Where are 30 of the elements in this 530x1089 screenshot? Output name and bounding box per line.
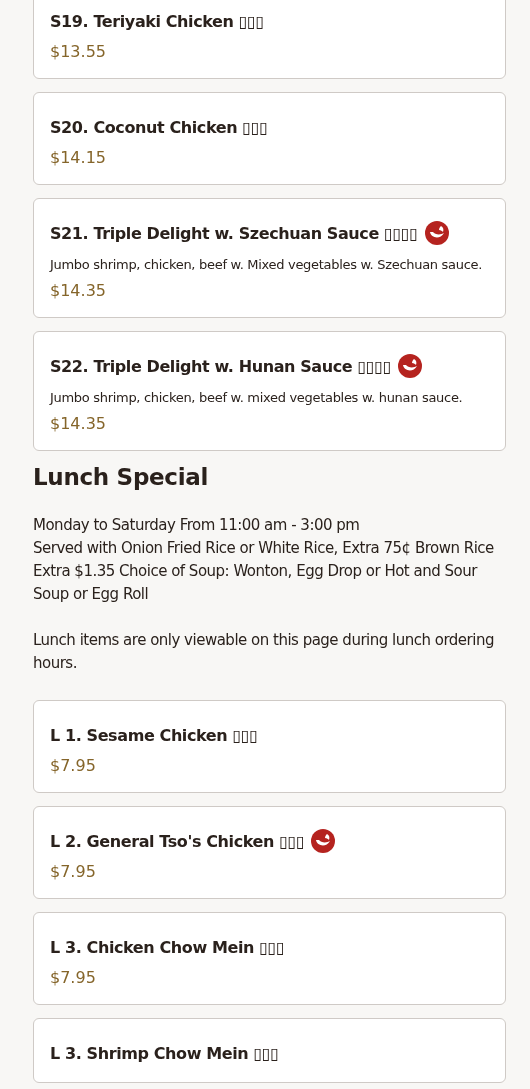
- item-price: $14.35: [50, 281, 107, 300]
- menu-item-card[interactable]: L 3. Chicken Chow Mein ▯▯▯ $7.95: [33, 912, 506, 1005]
- item-price: $14.15: [50, 148, 107, 167]
- item-name: L 3. Chicken Chow Mein ▯▯▯: [50, 937, 285, 957]
- item-name: S19. Teriyaki Chicken ▯▯▯: [50, 11, 264, 31]
- item-name: S20. Coconut Chicken ▯▯▯: [50, 117, 268, 137]
- menu-item-card[interactable]: L 2. General Tso's Chicken ▯▯▯ $7.95: [33, 806, 506, 899]
- menu-item-card[interactable]: S22. Triple Delight w. Hunan Sauce ▯▯▯▯ Jumbo shrimp, chicken, beef w. mixed vegetables w. hunan sauce. $14.35: [33, 331, 506, 451]
- item-price: $14.35: [50, 414, 107, 433]
- item-price: $7.95: [50, 756, 97, 775]
- item-name: L 1. Sesame Chicken ▯▯▯: [50, 725, 258, 745]
- item-price: $7.95: [50, 862, 97, 881]
- menu-item-card[interactable]: S21. Triple Delight w. Szechuan Sauce ▯▯▯▯ Jumbo shrimp, chicken, beef w. Mixed vegetables w. Szechuan sauce. $14.35: [33, 198, 506, 318]
- menu-item-card[interactable]: S20. Coconut Chicken ▯▯▯ $14.15: [33, 92, 506, 185]
- info-text: Served with Onion Fried Rice or White Rice, Extra 75¢ Brown Rice: [33, 538, 495, 559]
- item-name: L 3. Shrimp Chow Mein ▯▯▯: [50, 1043, 279, 1063]
- item-price: $7.95: [50, 968, 97, 987]
- item-name: S22. Triple Delight w. Hunan Sauce ▯▯▯▯: [50, 356, 392, 376]
- menu-item-card[interactable]: L 1. Sesame Chicken ▯▯▯ $7.95: [33, 700, 506, 793]
- item-description: Jumbo shrimp, chicken, beef w. mixed vegetables w. hunan sauce.: [50, 390, 464, 405]
- section-heading: Lunch Special: [33, 464, 210, 490]
- info-text: Lunch items are only viewable on this page during lunch ordering hours.: [33, 630, 495, 674]
- item-description: Jumbo shrimp, chicken, beef w. Mixed vegetables w. Szechuan sauce.: [50, 257, 484, 272]
- menu-item-card[interactable]: L 3. Shrimp Chow Mein ▯▯▯: [33, 1018, 506, 1083]
- item-price: $13.55: [50, 42, 107, 61]
- info-text: Extra $1.35 Choice of Soup: Wonton, Egg Drop or Hot and Sour Soup or Egg Roll: [33, 561, 479, 605]
- menu-item-card[interactable]: S19. Teriyaki Chicken ▯▯▯ $13.55: [33, 0, 506, 79]
- item-name: L 2. General Tso's Chicken ▯▯▯: [50, 831, 305, 851]
- item-name: S21. Triple Delight w. Szechuan Sauce ▯▯▯▯: [50, 223, 418, 243]
- info-text: Monday to Saturday From 11:00 am - 3:00 pm: [33, 515, 361, 536]
